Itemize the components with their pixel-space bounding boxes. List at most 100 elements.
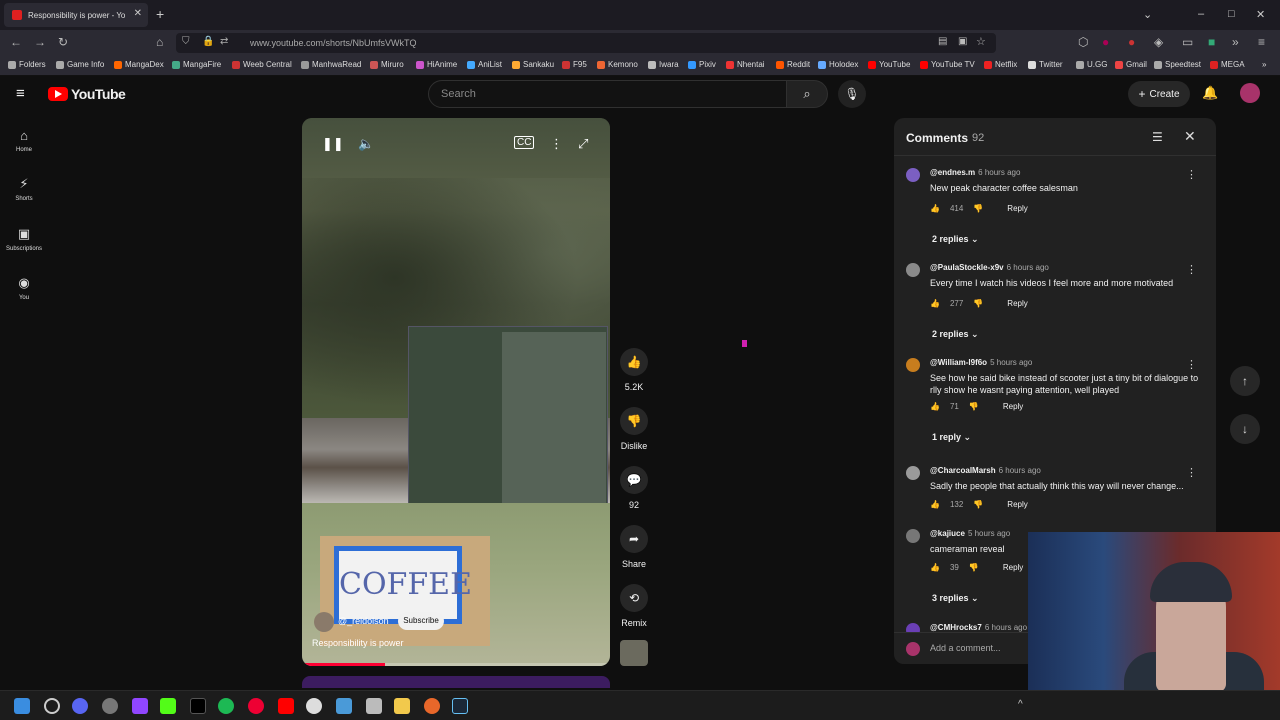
dislike-icon[interactable]: 👎 [973, 204, 983, 213]
like-icon[interactable]: 👍 [930, 204, 940, 213]
kick-icon[interactable] [160, 698, 176, 714]
maximize-icon[interactable]: □ [1228, 8, 1235, 20]
extension-c-icon[interactable]: ◈ [1154, 35, 1163, 49]
video-progress-bar[interactable] [302, 663, 610, 666]
shield-icon[interactable]: ⛉ [182, 36, 190, 47]
shorts-video-player[interactable]: COFFEE ❚❚ 🔈 CC ⋮ ⤢ @_reidolson Subscribe… [302, 118, 610, 666]
commenter-name[interactable]: @endnes.m 6 hours ago [930, 168, 1020, 177]
back-icon[interactable]: ← [10, 35, 22, 49]
channel-avatar[interactable] [314, 612, 334, 632]
extensions-icon[interactable]: ⬡ [1078, 35, 1088, 49]
view-replies-button[interactable]: 1 reply ⌄ [932, 432, 971, 443]
search-input[interactable]: Search [428, 80, 788, 108]
commenter-name[interactable]: @William-l9f6o 5 hours ago [930, 358, 1032, 367]
security-icon[interactable] [366, 698, 382, 714]
bookmark-item[interactable]: Holodex [818, 60, 858, 69]
commenter-name[interactable]: @CMHrocks7 6 hours ago [930, 623, 1027, 632]
extension-d-icon[interactable]: ▭ [1182, 35, 1193, 49]
extension-a-icon[interactable]: ● [1102, 35, 1109, 49]
bookmark-item[interactable]: Netflix [984, 60, 1017, 69]
new-tab-icon[interactable]: + [156, 6, 164, 22]
lock-icon[interactable]: 🔒 [202, 36, 214, 47]
closed-captions-icon[interactable]: CC [514, 136, 535, 149]
spotify-icon[interactable] [218, 698, 234, 714]
more-options-icon[interactable]: ⋮ [550, 136, 563, 152]
browser-tab[interactable]: Responsibility is power - Yo ✕ [4, 3, 148, 27]
nav-subscriptions[interactable]: ▣ Subscriptions [0, 226, 48, 252]
steam-icon[interactable] [452, 698, 468, 714]
create-button[interactable]: + Create [1128, 81, 1190, 107]
reply-button[interactable]: Reply [1003, 563, 1023, 572]
bookmark-item[interactable]: Sankaku [512, 60, 554, 69]
commenter-avatar[interactable] [906, 263, 920, 277]
dislike-icon[interactable]: 👎 [969, 402, 979, 411]
comments-button[interactable]: 💬 92 [618, 466, 650, 510]
reply-button[interactable]: Reply [1003, 402, 1023, 411]
media-player-icon[interactable] [306, 698, 322, 714]
bookmark-item[interactable]: Weeb Central [232, 60, 292, 69]
view-replies-button[interactable]: 3 replies ⌄ [932, 593, 979, 604]
youtube-taskbar-icon[interactable] [278, 698, 294, 714]
remix-button[interactable]: ⟲ Remix [618, 584, 650, 628]
hamburger-menu-icon[interactable]: ≡ [16, 85, 25, 102]
nav-you[interactable]: ◉ You [0, 275, 48, 301]
bookmark-item[interactable]: Nhentai [726, 60, 765, 69]
commenter-name[interactable]: @PaulaStockle-x9v 6 hours ago [930, 263, 1049, 272]
voice-search-button[interactable]: 🎙 [838, 80, 866, 108]
view-replies-button[interactable]: 2 replies ⌄ [932, 329, 979, 340]
pause-icon[interactable]: ❚❚ [322, 136, 344, 152]
bookmark-item[interactable]: Gmail [1115, 60, 1147, 69]
menu-icon[interactable]: ≡ [1258, 35, 1265, 49]
commenter-name[interactable]: @CharcoalMarsh 6 hours ago [930, 466, 1041, 475]
bookmark-star-icon[interactable]: ☆ [976, 35, 986, 48]
start-menu-icon[interactable] [14, 698, 30, 714]
tray-chevron-icon[interactable]: ^ [1018, 699, 1023, 710]
bookmark-item[interactable]: Twitter [1028, 60, 1063, 69]
twitch-icon[interactable] [132, 698, 148, 714]
settings-gear-icon[interactable] [102, 698, 118, 714]
bookmark-item[interactable]: ManhwaRead [301, 60, 361, 69]
audio-thumbnail[interactable] [620, 640, 648, 666]
comment-menu-icon[interactable]: ⋮ [1186, 168, 1197, 181]
bookmark-item[interactable]: MangaFire [172, 60, 221, 69]
bookmark-item[interactable]: Miruro [370, 60, 404, 69]
app-icon[interactable] [336, 698, 352, 714]
close-comments-icon[interactable]: ✕ [1184, 128, 1196, 145]
firefox-icon[interactable] [424, 698, 440, 714]
commenter-avatar[interactable] [906, 466, 920, 480]
comment-menu-icon[interactable]: ⋮ [1186, 358, 1197, 371]
screenshot-icon[interactable]: ▣ [958, 36, 967, 47]
comment-menu-icon[interactable]: ⋮ [1186, 263, 1197, 276]
obs-icon[interactable] [248, 698, 264, 714]
commenter-avatar[interactable] [906, 358, 920, 372]
permissions-icon[interactable]: ⇄ [220, 36, 228, 47]
like-button[interactable]: 👍 5.2K [618, 348, 650, 392]
close-window-icon[interactable]: ✕ [1256, 8, 1265, 21]
reply-button[interactable]: Reply [1007, 500, 1027, 509]
dislike-button[interactable]: 👎 Dislike [618, 407, 650, 451]
view-replies-button[interactable]: 2 replies ⌄ [932, 234, 979, 245]
commenter-avatar[interactable] [906, 529, 920, 543]
previous-short-button[interactable]: ↑ [1230, 366, 1260, 396]
search-button[interactable]: ⌕ [786, 80, 828, 108]
reply-button[interactable]: Reply [1007, 204, 1027, 213]
extension-e-icon[interactable]: ■ [1208, 35, 1215, 49]
forward-icon[interactable]: → [34, 35, 46, 49]
like-icon[interactable]: 👍 [930, 563, 940, 572]
bookmark-item[interactable]: AniList [467, 60, 502, 69]
bookmark-item[interactable]: YouTube TV [920, 60, 975, 69]
next-short-preview[interactable] [302, 676, 610, 688]
bookmark-item[interactable]: Kemono [597, 60, 638, 69]
bookmark-item[interactable]: HiAnime [416, 60, 457, 69]
fullscreen-icon[interactable]: ⤢ [578, 136, 588, 152]
search-taskbar-icon[interactable] [44, 698, 60, 714]
x-twitter-icon[interactable] [190, 698, 206, 714]
like-icon[interactable]: 👍 [930, 299, 940, 308]
more-tools-icon[interactable]: » [1232, 35, 1239, 49]
bookmark-item[interactable]: Iwara [648, 60, 679, 69]
bookmark-item[interactable]: Reddit [776, 60, 810, 69]
bookmark-item[interactable]: Speedtest [1154, 60, 1201, 69]
next-short-button[interactable]: ↓ [1230, 414, 1260, 444]
bookmark-item[interactable]: MEGA [1210, 60, 1245, 69]
bookmark-item[interactable]: Game Info [56, 60, 104, 69]
